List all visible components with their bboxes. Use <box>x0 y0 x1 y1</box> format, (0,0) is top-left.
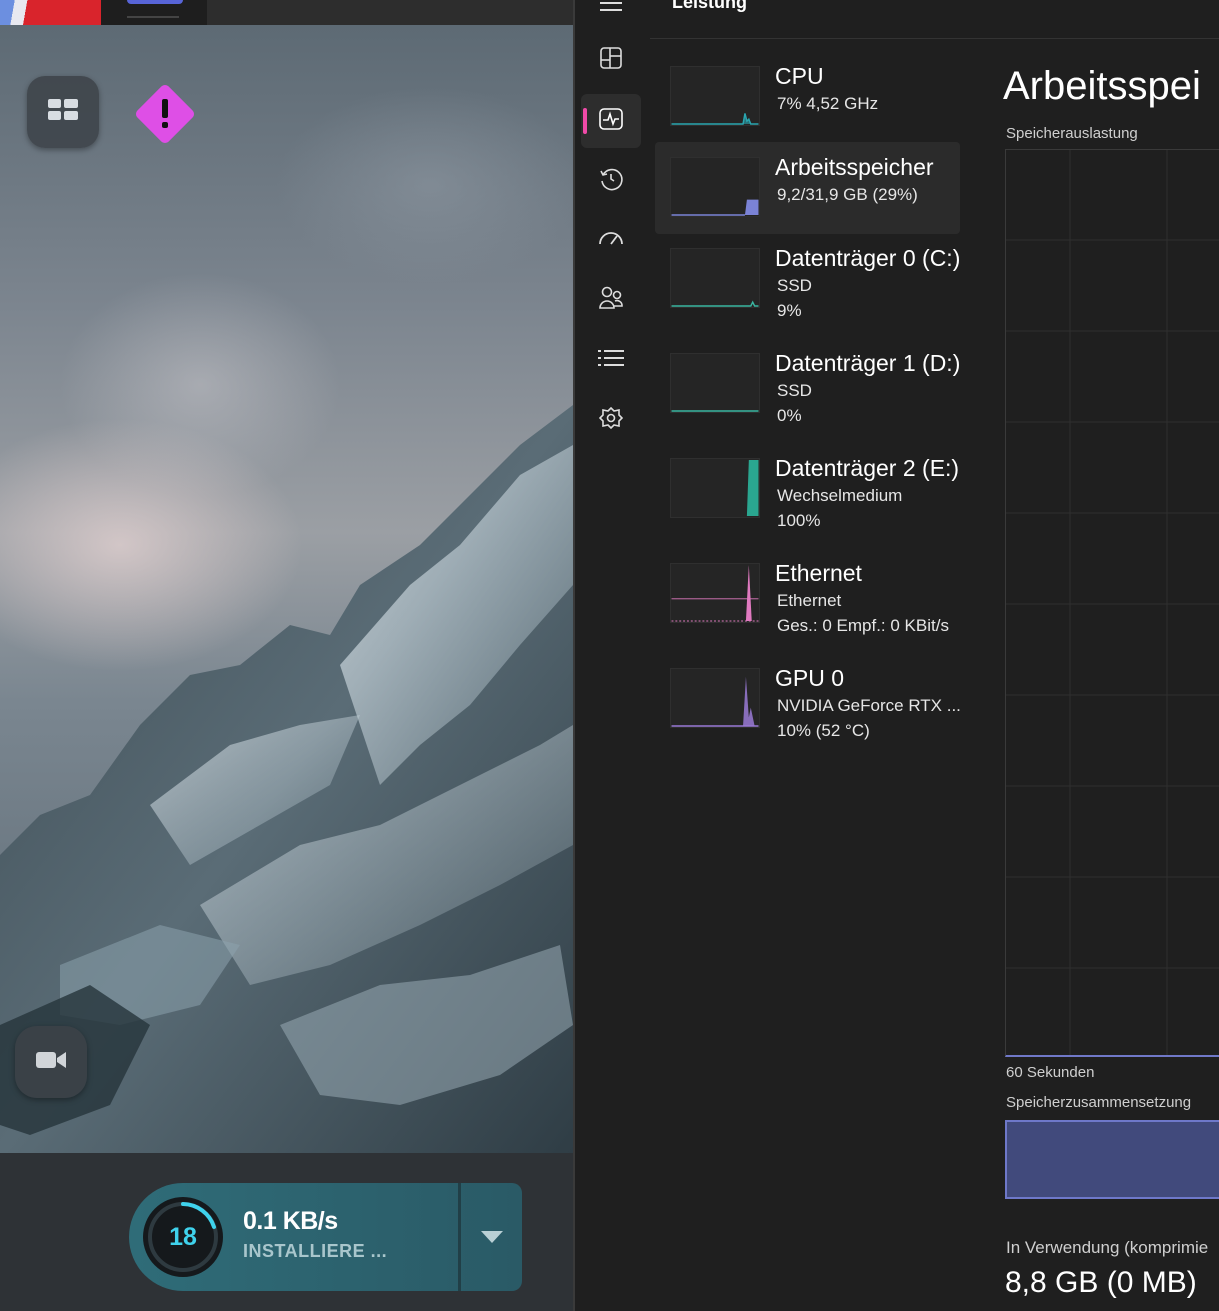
cpu-sparkline <box>670 66 760 126</box>
perf-item-value: 0% <box>777 406 802 425</box>
memory-sparkline <box>670 157 760 217</box>
processes-icon <box>600 47 622 73</box>
game-background-image <box>0 25 573 1153</box>
active-nav-indicator <box>583 108 587 134</box>
nav-startup[interactable] <box>581 214 641 268</box>
task-manager-window: Leistung CPU 7% 4,52 GHz Arbeitsspeicher… <box>573 0 1219 1311</box>
perf-item-value: 10% (52 °C) <box>777 721 870 740</box>
perf-item-detail: 9,2/31,9 GB (29%) <box>777 185 918 204</box>
warning-badge[interactable] <box>130 79 200 149</box>
perf-item-name: Ethernet <box>775 560 862 586</box>
ethernet-sparkline <box>670 563 760 623</box>
chevron-down-icon <box>480 1228 503 1247</box>
page-title: Leistung <box>672 0 747 12</box>
nav-performance[interactable] <box>581 94 641 148</box>
perf-item-memory[interactable]: Arbeitsspeicher 9,2/31,9 GB (29%) <box>655 142 960 234</box>
memory-composition-bar <box>1005 1120 1219 1199</box>
memory-usage-label: Speicherauslastung <box>1006 125 1138 142</box>
top-strip <box>0 0 573 25</box>
startup-icon <box>598 230 624 252</box>
flag-thumbnail[interactable] <box>0 0 101 25</box>
perf-item-cpu[interactable]: CPU 7% 4,52 GHz <box>655 51 960 143</box>
perf-item-ethernet[interactable]: Ethernet Ethernet Ges.: 0 Empf.: 0 KBit/… <box>655 548 960 640</box>
details-icon <box>598 349 624 371</box>
perf-item-name: GPU 0 <box>775 665 845 691</box>
cliff-artwork <box>0 405 573 1153</box>
perf-item-gpu-0[interactable]: GPU 0 NVIDIA GeForce RTX ... 10% (52 °C) <box>655 653 961 745</box>
tab-indicator <box>127 0 183 4</box>
perf-item-value: 100% <box>777 511 821 530</box>
perf-item-detail: Wechselmedium <box>777 486 903 505</box>
in-use-value: 8,8 GB (0 MB) <box>1005 1266 1197 1299</box>
perf-item-disk-2[interactable]: Datenträger 2 (E:) Wechselmedium 100% <box>655 443 960 535</box>
detail-title: Arbeitsspei <box>1003 64 1201 108</box>
memory-composition-label: Speicherzusammensetzung <box>1006 1094 1192 1111</box>
gpu-0-sparkline <box>670 668 760 728</box>
perf-item-name: Datenträger 0 (C:) <box>775 245 961 271</box>
perf-item-detail: Ethernet <box>777 591 842 610</box>
warning-icon <box>130 84 200 153</box>
performance-icon <box>599 108 623 134</box>
perf-item-detail: 7% 4,52 GHz <box>777 94 879 113</box>
perf-item-name: Datenträger 2 (E:) <box>775 455 960 481</box>
in-use-label: In Verwendung (komprimie <box>1006 1238 1209 1257</box>
header-divider <box>650 38 1219 39</box>
perf-item-disk-1[interactable]: Datenträger 1 (D:) SSD 0% <box>655 338 960 430</box>
tab-underline <box>127 16 179 18</box>
memory-usage-graph <box>1005 149 1219 1057</box>
grid-menu-button[interactable] <box>27 76 99 148</box>
services-icon <box>598 406 624 434</box>
perf-item-name: Datenträger 1 (D:) <box>775 350 961 376</box>
perf-item-disk-0[interactable]: Datenträger 0 (C:) SSD 9% <box>655 233 960 325</box>
download-menu-button[interactable] <box>461 1183 522 1291</box>
perf-item-name: CPU <box>775 63 824 89</box>
perf-item-value: 9% <box>777 301 802 320</box>
nav-services[interactable] <box>581 393 641 447</box>
disk-1-sparkline <box>670 353 760 413</box>
download-speed: 0.1 KB/s <box>243 1207 338 1235</box>
video-camera-icon <box>36 1050 66 1074</box>
perf-item-detail: SSD <box>777 276 812 295</box>
grid-icon <box>48 99 78 125</box>
time-axis-label: 60 Sekunden <box>1006 1064 1095 1081</box>
app-history-icon <box>599 167 623 195</box>
perf-item-name: Arbeitsspeicher <box>775 154 934 180</box>
nav-users[interactable] <box>581 273 641 327</box>
users-icon <box>598 286 624 314</box>
disk-2-sparkline <box>670 458 760 518</box>
nav-app-history[interactable] <box>581 154 641 208</box>
usage-graph-grid <box>1006 150 1219 1055</box>
hamburger-menu-button[interactable] <box>581 0 641 32</box>
download-status-text: INSTALLIERE ... <box>243 1241 388 1261</box>
download-status-pill[interactable]: 18 0.1 KB/s INSTALLIERE ... <box>129 1183 522 1291</box>
nav-details[interactable] <box>581 333 641 387</box>
video-capture-button[interactable] <box>15 1026 87 1098</box>
game-launcher-window: 18 0.1 KB/s INSTALLIERE ... <box>0 0 573 1311</box>
navigation-rail <box>575 0 650 1311</box>
top-tab[interactable] <box>101 0 207 25</box>
perf-item-value: Ges.: 0 Empf.: 0 KBit/s <box>777 616 949 635</box>
disk-0-sparkline <box>670 248 760 308</box>
perf-item-detail: NVIDIA GeForce RTX ... <box>777 696 961 715</box>
nav-processes[interactable] <box>581 33 641 87</box>
download-queue-count: 18 <box>169 1222 197 1251</box>
hamburger-icon <box>600 0 622 15</box>
perf-item-detail: SSD <box>777 381 812 400</box>
